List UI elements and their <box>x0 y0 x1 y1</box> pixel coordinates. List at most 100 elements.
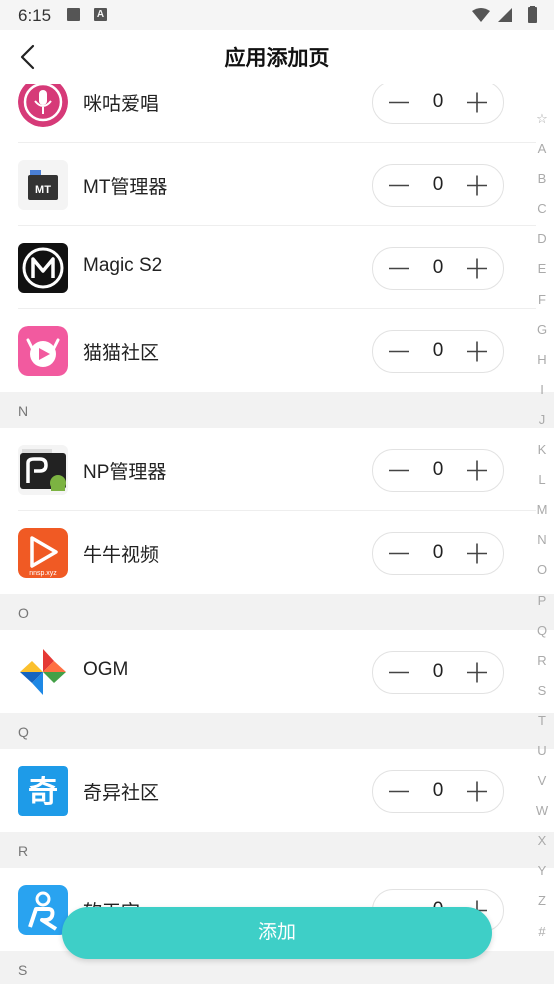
magic-s2-icon <box>18 243 68 293</box>
index-letter-y[interactable]: Y <box>530 856 554 886</box>
minus-icon <box>389 184 409 187</box>
index-letter-p[interactable]: P <box>530 586 554 616</box>
index-hash[interactable]: # <box>530 917 554 947</box>
increment-button[interactable] <box>457 84 501 123</box>
niuniu-icon-text: nnsp.xyz <box>29 570 57 577</box>
index-letter-u[interactable]: U <box>530 736 554 766</box>
increment-button[interactable] <box>457 331 501 372</box>
index-letter-i[interactable]: I <box>530 375 554 405</box>
section-letter: R <box>18 843 29 859</box>
mt-manager-icon: MT <box>18 160 68 210</box>
section-letter: O <box>18 605 29 621</box>
section-header: R <box>0 832 554 868</box>
index-letter-x[interactable]: X <box>530 826 554 856</box>
index-letter-k[interactable]: K <box>530 435 554 465</box>
index-letter-f[interactable]: F <box>530 285 554 315</box>
index-letter-d[interactable]: D <box>530 224 554 254</box>
ruan-tiankong-icon <box>18 885 68 935</box>
index-letter-c[interactable]: C <box>530 194 554 224</box>
quantity-value: 0 <box>432 340 444 361</box>
increment-button[interactable] <box>457 165 501 206</box>
index-letter-o[interactable]: O <box>530 555 554 585</box>
decrement-button[interactable] <box>375 771 419 812</box>
alphabet-index: ☆ A B C D E F G H I J K L M N O P Q R S … <box>530 104 554 944</box>
app-name: 奇异社区 <box>83 783 160 804</box>
index-letter-a[interactable]: A <box>530 134 554 164</box>
increment-button[interactable] <box>457 248 501 289</box>
increment-button[interactable] <box>457 771 501 812</box>
minus-icon <box>389 552 409 555</box>
plus-icon <box>467 341 487 362</box>
app-list: 咪咕爱唱 0 MT MT管理器 0 Magic S2 0 猫猫社区 0 N NP… <box>0 84 554 984</box>
decrement-button[interactable] <box>375 84 419 123</box>
list-item: 奇 奇异社区 0 <box>0 749 554 832</box>
add-button[interactable]: 添加 <box>62 907 492 959</box>
quantity-stepper: 0 <box>372 449 504 492</box>
ogm-pinwheel-icon <box>18 647 68 697</box>
plus-icon <box>467 543 487 564</box>
index-letter-e[interactable]: E <box>530 254 554 284</box>
quantity-value: 0 <box>432 661 444 682</box>
minus-icon <box>389 267 409 270</box>
index-letter-q[interactable]: Q <box>530 616 554 646</box>
app-list-container[interactable]: 咪咕爱唱 0 MT MT管理器 0 Magic S2 0 猫猫社区 0 N NP… <box>0 84 554 984</box>
increment-button[interactable] <box>457 652 501 693</box>
index-letter-w[interactable]: W <box>530 796 554 826</box>
increment-button[interactable] <box>457 533 501 574</box>
index-letter-g[interactable]: G <box>530 315 554 345</box>
np-manager-icon <box>18 445 68 495</box>
index-letter-n[interactable]: N <box>530 525 554 555</box>
quantity-value: 0 <box>432 542 444 563</box>
index-letter-v[interactable]: V <box>530 766 554 796</box>
status-time: 6:15 <box>18 6 52 25</box>
section-header: Q <box>0 713 554 749</box>
notification-square-icon <box>67 8 80 21</box>
index-letter-m[interactable]: M <box>530 495 554 525</box>
decrement-button[interactable] <box>375 533 419 574</box>
index-letter-l[interactable]: L <box>530 465 554 495</box>
quantity-stepper: 0 <box>372 84 504 124</box>
plus-icon <box>467 258 487 279</box>
list-item: nnsp.xyz 牛牛视频 0 <box>0 511 554 594</box>
section-letter: N <box>18 403 29 419</box>
list-item: 咪咕爱唱 0 <box>0 84 554 143</box>
index-star[interactable]: ☆ <box>530 104 554 134</box>
quantity-stepper: 0 <box>372 330 504 373</box>
quantity-stepper: 0 <box>372 164 504 207</box>
index-letter-s[interactable]: S <box>530 676 554 706</box>
migu-mic-icon <box>18 84 68 127</box>
minus-icon <box>389 101 409 104</box>
increment-button[interactable] <box>457 450 501 491</box>
mt-icon-text: MT <box>35 184 51 196</box>
quantity-stepper: 0 <box>372 532 504 575</box>
index-letter-b[interactable]: B <box>530 164 554 194</box>
list-item: Magic S2 0 <box>0 226 554 309</box>
decrement-button[interactable] <box>375 450 419 491</box>
section-header: N <box>0 392 554 428</box>
index-letter-t[interactable]: T <box>530 706 554 736</box>
index-letter-r[interactable]: R <box>530 646 554 676</box>
index-letter-h[interactable]: H <box>530 345 554 375</box>
decrement-button[interactable] <box>375 331 419 372</box>
quantity-value: 0 <box>432 174 444 195</box>
section-header: O <box>0 594 554 630</box>
section-letter: S <box>18 962 28 978</box>
plus-icon <box>467 781 487 802</box>
index-letter-j[interactable]: J <box>530 405 554 435</box>
decrement-button[interactable] <box>375 248 419 289</box>
app-name: 猫猫社区 <box>83 343 160 364</box>
qiyi-community-icon: 奇 <box>18 766 68 816</box>
decrement-button[interactable] <box>375 652 419 693</box>
index-letter-z[interactable]: Z <box>530 886 554 916</box>
minus-icon <box>389 469 409 472</box>
list-item: OGM 0 <box>0 630 554 713</box>
quantity-stepper: 0 <box>372 770 504 813</box>
app-name: MT管理器 <box>83 177 168 198</box>
plus-icon <box>467 662 487 683</box>
section-letter: Q <box>18 724 29 740</box>
quantity-value: 0 <box>432 257 444 278</box>
decrement-button[interactable] <box>375 165 419 206</box>
list-item: 猫猫社区 0 <box>0 309 554 392</box>
quantity-stepper: 0 <box>372 651 504 694</box>
minus-icon <box>389 671 409 674</box>
